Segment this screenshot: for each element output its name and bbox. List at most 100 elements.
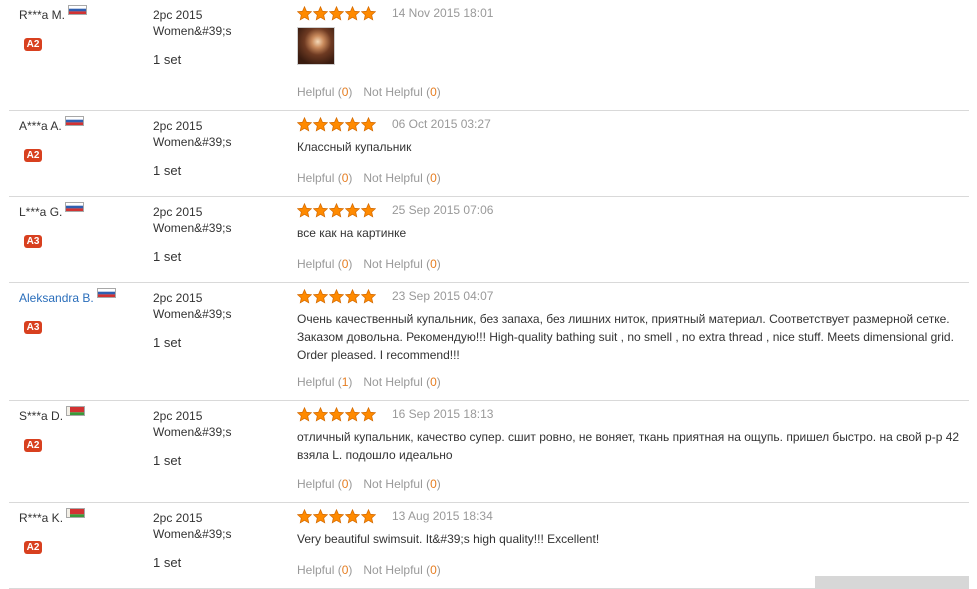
product-name: 2pc 2015 — [153, 119, 203, 133]
buyer-level-badge: A2 — [24, 541, 42, 554]
star-icon — [329, 116, 344, 132]
review-content: 23 Sep 2015 04:07 Очень качественный купа… — [297, 287, 969, 401]
helpful-votes: Helpful (0) Not Helpful (0) — [297, 563, 441, 577]
product-info: 2pc 2015 Women&#39;s 1 set — [153, 510, 283, 571]
helpful-count: 0 — [341, 563, 349, 577]
star-rating — [297, 116, 376, 132]
order-quantity: 1 set — [153, 453, 182, 468]
rating-row: 23 Sep 2015 04:07 — [297, 287, 969, 305]
horizontal-scrollbar-thumb[interactable] — [815, 576, 969, 589]
helpful-votes: Helpful (0) Not Helpful (0) — [297, 477, 441, 491]
star-icon — [361, 116, 376, 132]
reviewer-name: A***a A. — [19, 119, 62, 133]
review-text: Очень качественный купальник, без запаха… — [297, 312, 954, 362]
star-icon — [329, 288, 344, 304]
star-icon — [313, 116, 328, 132]
review-date: 13 Aug 2015 18:34 — [392, 509, 493, 523]
review-row: A***a A. A2 2pc 2015 Women&#39;s 1 set 06 Oct… — [9, 111, 969, 197]
star-rating — [297, 5, 376, 21]
star-icon — [329, 5, 344, 21]
not-helpful-button[interactable]: Not Helpful (0) — [363, 375, 440, 389]
helpful-count: 0 — [341, 85, 349, 99]
buyer-level-badge: A2 — [24, 149, 42, 162]
star-icon — [297, 5, 312, 21]
not-helpful-count: 0 — [430, 563, 437, 577]
star-icon — [345, 288, 360, 304]
reviewer-name: S***a D. — [19, 409, 64, 423]
not-helpful-count: 0 — [430, 375, 437, 389]
reviewer-info: L***a G. A3 — [19, 202, 139, 248]
reviewer-line: A***a A. — [19, 116, 139, 133]
order-quantity: 1 set — [153, 335, 182, 350]
star-icon — [313, 288, 328, 304]
order-quantity: 1 set — [153, 163, 182, 178]
review-content: 25 Sep 2015 07:06 все как на картинке Help… — [297, 201, 969, 283]
helpful-count: 1 — [341, 375, 349, 389]
product-name: 2pc 2015 — [153, 511, 203, 525]
not-helpful-button[interactable]: Not Helpful (0) — [363, 171, 440, 185]
star-icon — [361, 406, 376, 422]
helpful-button[interactable]: Helpful (0) — [297, 171, 352, 185]
star-icon — [361, 202, 376, 218]
belarus-flag-icon — [66, 406, 86, 416]
review-date: 06 Oct 2015 03:27 — [392, 117, 491, 131]
star-icon — [297, 288, 312, 304]
helpful-label: Helpful — [297, 563, 335, 577]
product-info: 2pc 2015 Women&#39;s 1 set — [153, 408, 283, 469]
helpful-button[interactable]: Helpful (1) — [297, 375, 352, 389]
review-date: 23 Sep 2015 04:07 — [392, 289, 494, 303]
review-date: 16 Sep 2015 18:13 — [392, 407, 494, 421]
helpful-count: 0 — [341, 257, 349, 271]
reviewer-name[interactable]: Aleksandra B. — [19, 291, 94, 305]
russia-flag-icon — [68, 5, 88, 15]
product-name-line2: Women&#39;s — [153, 425, 232, 439]
reviewer-name: L***a G. — [19, 205, 63, 219]
star-icon — [329, 508, 344, 524]
belarus-flag-icon — [66, 508, 86, 518]
helpful-label: Helpful — [297, 257, 335, 271]
product-name: 2pc 2015 — [153, 205, 203, 219]
helpful-label: Helpful — [297, 375, 335, 389]
not-helpful-label: Not Helpful — [363, 477, 423, 491]
russia-flag-icon — [65, 202, 85, 212]
helpful-button[interactable]: Helpful (0) — [297, 477, 352, 491]
not-helpful-button[interactable]: Not Helpful (0) — [363, 85, 440, 99]
not-helpful-button[interactable]: Not Helpful (0) — [363, 563, 440, 577]
product-info: 2pc 2015 Women&#39;s 1 set — [153, 204, 283, 265]
helpful-button[interactable]: Helpful (0) — [297, 85, 352, 99]
order-quantity: 1 set — [153, 52, 182, 67]
helpful-label: Helpful — [297, 171, 335, 185]
star-icon — [345, 5, 360, 21]
helpful-button[interactable]: Helpful (0) — [297, 257, 352, 271]
feedback-list: R***a M. A2 2pc 2015 Women&#39;s 1 set 14 Nov… — [0, 0, 977, 589]
not-helpful-button[interactable]: Not Helpful (0) — [363, 477, 440, 491]
star-rating — [297, 406, 376, 422]
star-icon — [345, 406, 360, 422]
review-text: Классный купальник — [297, 140, 412, 154]
not-helpful-button[interactable]: Not Helpful (0) — [363, 257, 440, 271]
helpful-button[interactable]: Helpful (0) — [297, 563, 352, 577]
product-name-line2: Women&#39;s — [153, 527, 232, 541]
not-helpful-label: Not Helpful — [363, 171, 423, 185]
rating-row: 25 Sep 2015 07:06 — [297, 201, 969, 219]
star-icon — [361, 5, 376, 21]
rating-row: 13 Aug 2015 18:34 — [297, 507, 969, 525]
reviewer-line: L***a G. — [19, 202, 139, 219]
helpful-label: Helpful — [297, 85, 335, 99]
reviewer-info: S***a D. A2 — [19, 406, 139, 452]
reviewer-line: R***a M. — [19, 5, 139, 22]
rating-row: 06 Oct 2015 03:27 — [297, 115, 969, 133]
not-helpful-count: 0 — [430, 257, 437, 271]
not-helpful-count: 0 — [430, 85, 437, 99]
not-helpful-label: Not Helpful — [363, 375, 423, 389]
star-rating — [297, 202, 376, 218]
review-content: 14 Nov 2015 18:01 Helpful (0) Not Helpful … — [297, 4, 969, 111]
product-name-line2: Women&#39;s — [153, 24, 232, 38]
reviewer-info: A***a A. A2 — [19, 116, 139, 162]
star-rating — [297, 508, 376, 524]
product-name-line2: Women&#39;s — [153, 307, 232, 321]
review-photo-thumbnail[interactable] — [297, 27, 335, 65]
order-quantity: 1 set — [153, 249, 182, 264]
product-name: 2pc 2015 — [153, 409, 203, 423]
order-quantity: 1 set — [153, 555, 182, 570]
